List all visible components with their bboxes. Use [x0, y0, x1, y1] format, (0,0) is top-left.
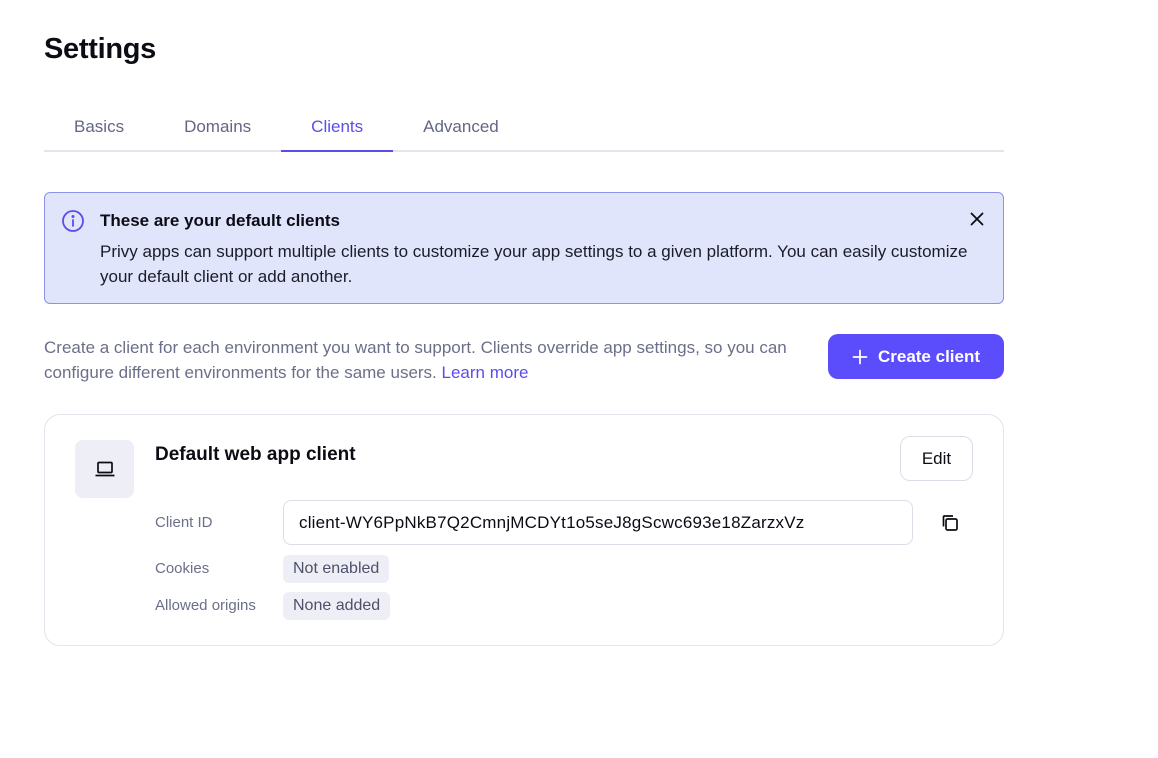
cookies-label: Cookies: [155, 560, 210, 577]
learn-more-link[interactable]: Learn more: [442, 363, 529, 382]
description-text: Create a client for each environment you…: [44, 338, 787, 382]
banner-body: Privy apps can support multiple clients …: [100, 242, 968, 286]
client-card: Default web app client Edit Client ID Co…: [44, 414, 1004, 646]
create-client-button[interactable]: Create client: [828, 334, 1004, 379]
page-title: Settings: [44, 33, 156, 65]
copy-icon[interactable]: [939, 512, 961, 534]
info-banner: These are your default clients Privy app…: [44, 192, 1004, 304]
allowed-origins-badge: None added: [283, 592, 391, 620]
edit-client-button[interactable]: Edit: [900, 436, 973, 481]
clients-description: Create a client for each environment you…: [44, 335, 804, 385]
settings-page: Settings Basics Domains Clients Advanced…: [0, 0, 1158, 758]
client-icon-tile: [75, 440, 134, 498]
laptop-icon: [95, 461, 114, 477]
plus-icon: [852, 349, 868, 364]
client-title: Default web app client: [155, 444, 356, 465]
tab-clients[interactable]: Clients: [281, 110, 394, 152]
allowed-origins-label: Allowed origins: [155, 597, 256, 614]
banner-title: These are your default clients: [100, 211, 340, 230]
cookies-status-badge: Not enabled: [283, 555, 390, 583]
close-icon[interactable]: [967, 209, 987, 229]
info-icon: [62, 210, 84, 232]
tab-basics[interactable]: Basics: [44, 110, 154, 152]
create-client-label: Create client: [877, 346, 981, 366]
tab-advanced[interactable]: Advanced: [393, 110, 529, 152]
client-id-field[interactable]: [283, 500, 913, 545]
tab-bar: Basics Domains Clients Advanced: [44, 110, 1004, 152]
client-id-label: Client ID: [155, 514, 213, 531]
tab-domains[interactable]: Domains: [154, 110, 281, 152]
